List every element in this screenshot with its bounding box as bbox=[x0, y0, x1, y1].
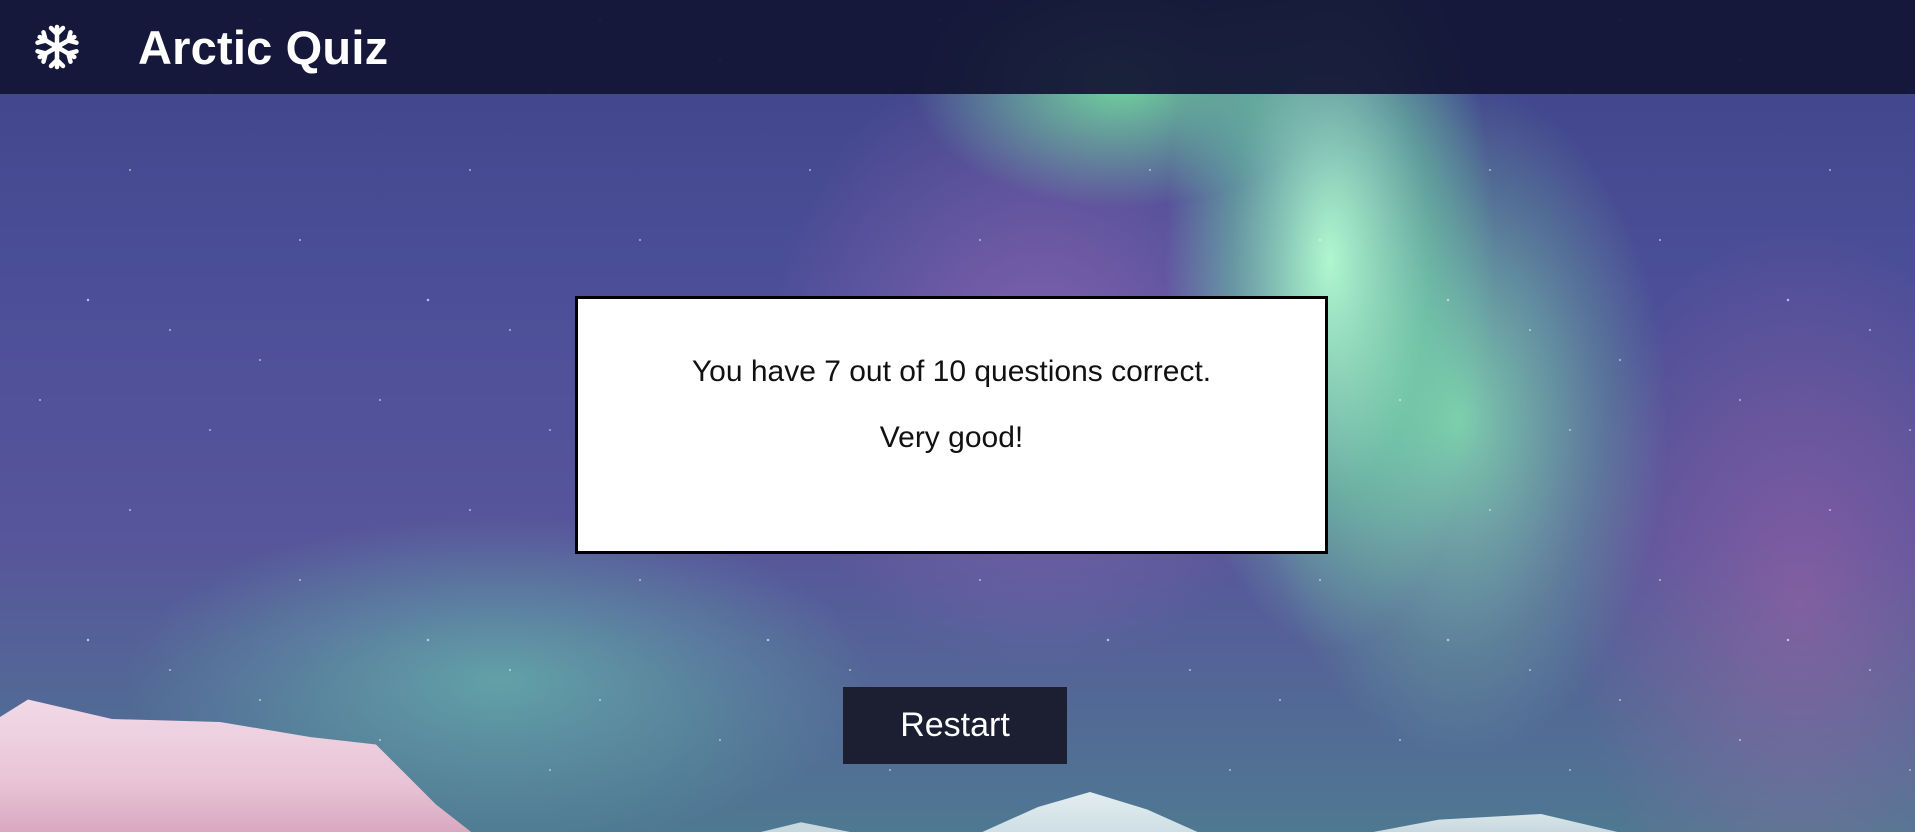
navbar: Arctic Quiz bbox=[0, 0, 1915, 94]
score-message: You have 7 out of 10 questions correct. bbox=[691, 355, 1212, 388]
quiz-results-page: Arctic Quiz You have 7 out of 10 questio… bbox=[0, 0, 1915, 832]
results-panel: You have 7 out of 10 questions correct. … bbox=[575, 296, 1328, 554]
snowflake-icon bbox=[32, 22, 82, 72]
app-title: Arctic Quiz bbox=[138, 20, 389, 74]
restart-button[interactable]: Restart bbox=[843, 687, 1067, 764]
feedback-message: Very good! bbox=[879, 421, 1024, 454]
